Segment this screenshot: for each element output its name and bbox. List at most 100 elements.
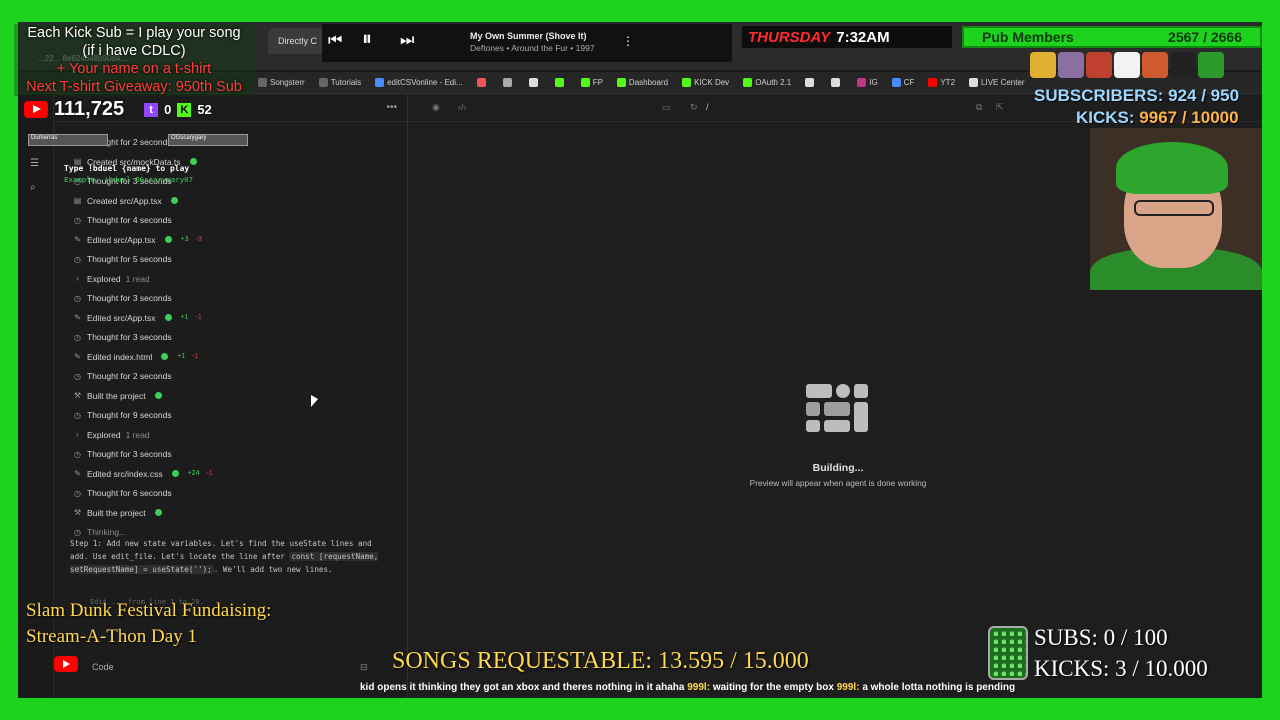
player-menu-icon[interactable]: ⋮ <box>622 34 634 48</box>
agent-step[interactable]: ✎ Edited src/index.css +24 -1 <box>73 469 213 479</box>
copy-icon[interactable]: ⧉ <box>976 102 982 113</box>
agent-step[interactable]: ◷ Thinking... <box>73 527 126 537</box>
agent-step[interactable]: ▤ Created src/App.tsx <box>73 196 178 206</box>
duel-player-left: Dumerras <box>28 134 108 146</box>
diff-additions: +24 <box>187 470 200 477</box>
bookmark-item[interactable] <box>502 78 515 87</box>
bookmark-label: YT2 <box>940 78 956 87</box>
bookmark-label: FP <box>592 78 603 87</box>
bookmark-label: IG <box>869 78 878 87</box>
bookmark-label: LIVE Center <box>981 78 1025 87</box>
agent-step-detail: 1 read <box>125 273 150 284</box>
tshirt-icon <box>1030 52 1056 78</box>
bookmark-item[interactable]: FP <box>580 78 603 87</box>
agent-step[interactable]: ✎ Edited src/App.tsx +1 -1 <box>73 313 202 323</box>
eye-icon[interactable]: ◉ <box>432 102 440 113</box>
bookmark-item[interactable] <box>805 78 817 87</box>
twitch-icon: t <box>144 102 159 117</box>
bookmark-item[interactable]: editCSVonline - Edi... <box>375 78 463 87</box>
song-artist: Deftones • Around the Fur • 1997 <box>470 43 595 53</box>
bookmark-item[interactable]: YT2 <box>928 78 955 87</box>
bookmark-item[interactable]: CF <box>891 78 914 87</box>
bookmark-item[interactable]: Songsterr <box>258 78 305 87</box>
stream-goals: SUBS: 0 / 100 KICKS: 3 / 10.000 <box>1034 622 1208 684</box>
agent-step-label: Thinking... <box>87 527 127 537</box>
bookmark-label: Dashboard <box>628 78 669 87</box>
pause-icon[interactable]: ⏸ <box>362 28 372 51</box>
pencil-icon: ✎ <box>74 235 81 244</box>
open-external-icon[interactable]: ⇱ <box>996 102 1004 113</box>
song-title: My Own Summer (Shove It) <box>470 31 587 41</box>
clock-icon: ◷ <box>74 254 81 264</box>
agent-step[interactable]: ⚒ Built the project <box>73 391 162 401</box>
next-track-icon[interactable]: ⏭ <box>400 32 414 50</box>
agent-step[interactable]: ✎ Edited src/App.tsx +3 -3 <box>73 235 202 245</box>
kicks-goal-top: KICKS: 9967 / 10000 <box>1076 108 1239 127</box>
code-view-icon[interactable]: ‹/› <box>458 102 467 112</box>
clock-icon: ◷ <box>74 410 81 420</box>
agent-step[interactable]: ⚒ Built the project <box>73 508 162 518</box>
agent-step-label: Explored <box>87 273 121 284</box>
bookmark-icon <box>969 78 979 87</box>
duel-player-right: OGscarygary <box>168 134 248 146</box>
bookmark-icon <box>831 78 841 87</box>
bookmark-icon <box>375 78 385 87</box>
agent-step[interactable]: ◷ Thought for 2 seconds <box>73 371 172 381</box>
agent-step-label: Edited src/App.tsx <box>87 234 156 245</box>
bookmark-item[interactable] <box>528 78 541 87</box>
youtube-icon <box>54 656 78 672</box>
agent-step[interactable]: ✎ Edited index.html +1 -1 <box>73 352 198 362</box>
file-icon: ▤ <box>73 196 82 205</box>
bookmark-item[interactable]: KICK Dev <box>682 78 729 87</box>
bookmark-icon <box>682 78 692 87</box>
preview-path[interactable]: / <box>706 102 709 112</box>
bookmark-item[interactable] <box>554 78 567 87</box>
agent-step[interactable]: ◷ Thought for 3 seconds <box>73 332 172 342</box>
diff-deletions: -1 <box>206 470 213 477</box>
bookmark-icon <box>554 78 564 87</box>
tshirt-gallery <box>1030 52 1224 78</box>
bookmark-item[interactable]: OAuth 2.1 <box>743 78 791 87</box>
chevron-right-icon: › <box>76 430 79 439</box>
diff-deletions: -3 <box>195 236 202 243</box>
youtube-icon <box>24 101 48 118</box>
agent-step-label: Thought for 3 seconds <box>87 332 172 342</box>
tshirt-icon <box>1142 52 1168 78</box>
bookmark-icon <box>616 78 626 87</box>
agent-step[interactable]: ◷ Thought for 9 seconds <box>73 410 172 420</box>
refresh-icon[interactable]: ↻ <box>690 102 698 113</box>
diff-deletions: -1 <box>192 353 199 360</box>
hammer-icon: ⚒ <box>73 391 82 400</box>
device-icon[interactable]: ▭ <box>662 102 671 113</box>
agent-step[interactable]: › Explored 1 read <box>73 274 150 284</box>
composer-mode-label[interactable]: Code <box>92 662 114 672</box>
bookmark-icon <box>258 78 267 87</box>
agent-step[interactable]: › Explored 1 read <box>73 430 150 440</box>
agent-step[interactable]: ◷ Thought for 3 seconds <box>73 449 172 459</box>
agent-step[interactable]: ◷ Thought for 6 seconds <box>73 488 172 498</box>
bookmark-item[interactable] <box>476 78 489 87</box>
agent-step-label: Edited index.html <box>87 351 153 362</box>
bookmark-icon <box>891 78 901 87</box>
music-player: ⏮ ⏸ ⏭ My Own Summer (Shove It) Deftones … <box>322 24 732 62</box>
bookmark-item[interactable]: Tutorials <box>318 78 361 87</box>
agent-step[interactable]: ◷ Thought for 3 seconds <box>73 293 172 303</box>
send-icon[interactable]: ⊟ <box>360 662 368 673</box>
bookmark-icon <box>580 78 590 87</box>
tshirt-icon <box>1058 52 1084 78</box>
more-options-icon[interactable]: ••• <box>386 102 397 113</box>
agent-step-label: Built the project <box>87 390 146 401</box>
bookmark-icon <box>857 78 867 87</box>
kick-sub-info: Each Kick Sub = I play your song (if i h… <box>14 24 254 96</box>
success-check-icon <box>164 236 172 243</box>
agent-step-label: Edited src/App.tsx <box>87 312 156 323</box>
success-check-icon <box>170 197 178 204</box>
agent-step-label: Thought for 2 seconds <box>87 371 172 381</box>
bookmark-item[interactable]: IG <box>857 78 878 87</box>
bookmark-item[interactable] <box>831 78 843 87</box>
bookmark-item[interactable]: LIVE Center <box>969 78 1025 87</box>
previous-track-icon[interactable]: ⏮ <box>328 32 342 50</box>
agent-step[interactable]: ◷ Thought for 4 seconds <box>73 215 172 225</box>
agent-step[interactable]: ◷ Thought for 5 seconds <box>73 254 172 264</box>
bookmark-item[interactable]: Dashboard <box>616 78 669 87</box>
